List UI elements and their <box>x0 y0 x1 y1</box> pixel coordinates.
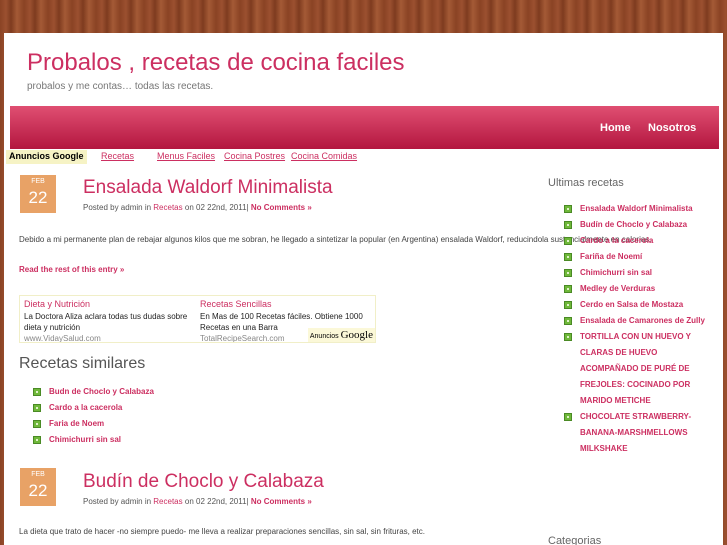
ad-links-label[interactable]: Anuncios Google <box>6 150 87 164</box>
post-meta-author: Posted by admin in <box>83 497 152 506</box>
ad-choices-prefix: Anuncios <box>309 333 339 340</box>
google-ad-box: Dieta y Nutrición La Doctora Aliza aclar… <box>19 295 376 343</box>
post-title[interactable]: Budín de Choclo y Calabaza <box>83 471 324 493</box>
bullet-icon <box>564 285 572 293</box>
sidebar-recent-item[interactable]: Ensalada de Camarones de Zully <box>564 313 714 329</box>
sidebar-recent-list: Ensalada Waldorf Minimalista Budín de Ch… <box>564 201 714 457</box>
ad-unit[interactable]: Dieta y Nutrición La Doctora Aliza aclar… <box>24 299 196 342</box>
list-item[interactable]: Budn de Choclo y Calabaza <box>33 384 233 400</box>
ad-choices-label[interactable]: Anuncios Google <box>307 328 375 342</box>
post-date-day: 22 <box>28 188 48 207</box>
post-meta-date: on 02 22nd, 2011| <box>184 497 249 506</box>
ad-link-cocina-comidas[interactable]: Cocina Comidas <box>291 151 357 161</box>
similar-recipes-list: Budn de Choclo y Calabaza Cardo a la cac… <box>33 384 233 448</box>
sidebar-recent-heading: Ultimas recetas <box>548 177 624 189</box>
post-meta: Posted by admin in Recetas on 02 22nd, 2… <box>83 497 312 506</box>
sidebar-recent-item[interactable]: Ensalada Waldorf Minimalista <box>564 201 714 217</box>
page-container: Probalos , recetas de cocina faciles pro… <box>4 33 723 545</box>
post-category-link[interactable]: Recetas <box>153 497 182 506</box>
post-date-badge: FEB 22 <box>20 468 56 506</box>
ad-link-recetas[interactable]: Recetas <box>101 151 134 161</box>
bullet-icon <box>564 253 572 261</box>
post-meta-date: on 02 22nd, 2011| <box>184 203 249 212</box>
ad-title[interactable]: Dieta y Nutrición <box>24 299 196 310</box>
ad-text: La Doctora Aliza aclara todas tus dudas … <box>24 312 188 332</box>
nav-home-link[interactable]: Home <box>600 122 631 134</box>
sidebar-recent-item[interactable]: Chimichurri sin sal <box>564 265 714 281</box>
ad-url[interactable]: www.VidaySalud.com <box>24 333 196 342</box>
list-item[interactable]: Faria de Noem <box>33 416 233 432</box>
sidebar-categories-heading: Categorias <box>548 535 602 545</box>
main-navbar: Home Nosotros <box>10 106 719 149</box>
sidebar-recent-item[interactable]: TORTILLA CON UN HUEVO Y CLARAS DE HUEVO … <box>564 329 714 409</box>
nav-nosotros-link[interactable]: Nosotros <box>648 122 696 134</box>
bullet-icon <box>33 436 41 444</box>
bullet-icon <box>564 221 572 229</box>
bullet-icon <box>564 205 572 213</box>
post-meta-author: Posted by admin in <box>83 203 152 212</box>
list-item[interactable]: Chimichurri sin sal <box>33 432 233 448</box>
post-date-month: FEB <box>31 178 45 185</box>
post-date-day: 22 <box>28 481 48 500</box>
sidebar-recent-item[interactable]: Cardo a la cacerola <box>564 233 714 249</box>
ad-links-bar: Anuncios Google Recetas Menus Faciles Co… <box>4 150 723 164</box>
ad-link-menus-faciles[interactable]: Menus Faciles <box>157 151 215 161</box>
bullet-icon <box>564 317 572 325</box>
read-more-link[interactable]: Read the rest of this entry » <box>19 265 124 274</box>
ad-title[interactable]: Recetas Sencillas <box>200 299 372 310</box>
bullet-icon <box>564 269 572 277</box>
post-comments-link[interactable]: No Comments » <box>251 203 312 212</box>
post-comments-link[interactable]: No Comments » <box>251 497 312 506</box>
bullet-icon <box>33 388 41 396</box>
sidebar-recent-item[interactable]: Cerdo en Salsa de Mostaza <box>564 297 714 313</box>
post-date-month: FEB <box>31 471 45 478</box>
bullet-icon <box>564 237 572 245</box>
bullet-icon <box>564 333 572 341</box>
post-category-link[interactable]: Recetas <box>153 203 182 212</box>
sidebar-recent-item[interactable]: Budín de Choclo y Calabaza <box>564 217 714 233</box>
ad-link-cocina-postres[interactable]: Cocina Postres <box>224 151 285 161</box>
bullet-icon <box>33 420 41 428</box>
sidebar-recent-item[interactable]: Fariña de Noemí <box>564 249 714 265</box>
list-item[interactable]: Cardo a la cacerola <box>33 400 233 416</box>
site-description: probalos y me contas… todas las recetas. <box>27 81 214 92</box>
sidebar-recent-item[interactable]: CHOCOLATE STRAWBERRY-BANANA-MARSHMELLOWS… <box>564 409 714 457</box>
bullet-icon <box>564 413 572 421</box>
google-logo: Google <box>340 329 373 341</box>
post-date-badge: FEB 22 <box>20 175 56 213</box>
post-title[interactable]: Ensalada Waldorf Minimalista <box>83 177 333 199</box>
post-meta: Posted by admin in Recetas on 02 22nd, 2… <box>83 203 312 212</box>
bullet-icon <box>564 301 572 309</box>
site-title[interactable]: Probalos , recetas de cocina faciles <box>27 49 405 77</box>
similar-recipes-heading: Recetas similares <box>19 355 146 372</box>
bullet-icon <box>33 404 41 412</box>
sidebar-recent-item[interactable]: Medley de Verduras <box>564 281 714 297</box>
post-excerpt: La dieta que trato de hacer -no siempre … <box>19 527 425 536</box>
